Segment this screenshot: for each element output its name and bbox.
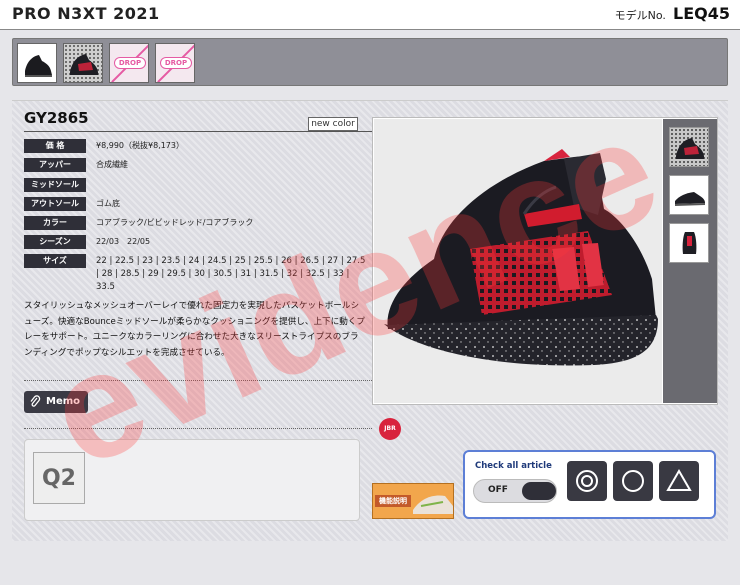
drop-badge: DROP xyxy=(114,57,146,69)
double-circle-button[interactable] xyxy=(567,461,607,501)
shoe-angle-icon xyxy=(676,138,704,159)
memo-button[interactable]: Memo xyxy=(24,391,88,413)
jbr-badge: JBR xyxy=(379,418,401,440)
description-divider xyxy=(24,380,372,381)
side-thumb-side[interactable] xyxy=(669,175,709,215)
shoe-back-icon xyxy=(682,232,697,254)
shoe-side-icon xyxy=(675,192,705,206)
spec-label: シーズン xyxy=(24,235,86,249)
side-thumb-angle[interactable] xyxy=(669,127,709,167)
drop-badge: DROP xyxy=(160,57,192,69)
product-description: スタイリッシュなメッシュオーバーレイで優れた固定力を実現したバスケットボールシュ… xyxy=(24,301,366,358)
spec-value: ゴム底 xyxy=(96,199,120,208)
thumbnail-shoe-red[interactable] xyxy=(63,43,103,83)
spec-label: 価 格 xyxy=(24,139,86,153)
product-image-viewer xyxy=(372,117,718,405)
thumbnail-drop-1[interactable]: DROP xyxy=(109,43,149,83)
size-list: 22 | 22.5 | 23 | 23.5 | 24 | 24.5 | 25 |… xyxy=(96,256,366,292)
spec-label: アッパー xyxy=(24,158,86,172)
series-title: PRO N3XT 2021 xyxy=(12,4,160,23)
quantity-box: Q2 xyxy=(33,452,85,504)
check-all-toggle[interactable]: OFF xyxy=(473,479,557,503)
memo-label: Memo xyxy=(46,396,81,407)
paperclip-icon xyxy=(30,395,41,407)
model-number: モデルNo. LEQ45 xyxy=(615,4,730,23)
spec-value: コアブラック/ビビッドレッド/コアブラック xyxy=(96,218,254,227)
spec-label: サイズ xyxy=(24,254,86,268)
check-all-label: Check all article xyxy=(475,461,552,471)
new-color-badge: new color xyxy=(308,117,358,131)
spec-value: 22/03 22/05 xyxy=(96,237,151,246)
code-underline xyxy=(24,131,372,132)
spec-label: アウトソール xyxy=(24,197,86,211)
spec-label: ミッドソール xyxy=(24,178,86,192)
model-value: LEQ45 xyxy=(673,4,730,23)
memo-divider xyxy=(24,428,372,429)
spec-value: 合成繊維 xyxy=(96,160,128,169)
page-header: PRO N3XT 2021 モデルNo. LEQ45 xyxy=(0,0,740,30)
memo-note-area[interactable]: Q2 xyxy=(24,439,360,521)
circle-icon xyxy=(622,470,644,492)
shoe-red-dots-icon xyxy=(70,54,98,75)
side-thumb-back[interactable] xyxy=(669,223,709,263)
model-label: モデルNo. xyxy=(614,9,666,22)
check-all-panel: Check all article OFF xyxy=(463,450,716,519)
toggle-knob xyxy=(522,482,556,500)
triangle-icon xyxy=(666,469,692,491)
spec-label: カラー xyxy=(24,216,86,230)
function-guide-button[interactable]: 機能説明 xyxy=(372,483,454,519)
product-code: GY2865 xyxy=(24,109,89,127)
thumbnail-shoe-black[interactable] xyxy=(17,43,57,83)
circle-button[interactable] xyxy=(613,461,653,501)
spec-value: ¥8,990（税抜¥8,173） xyxy=(96,141,184,150)
toggle-state-label: OFF xyxy=(488,485,508,495)
image-side-rail xyxy=(663,119,717,403)
shoe-black-icon xyxy=(25,55,52,77)
triangle-button[interactable] xyxy=(659,461,699,501)
main-product-image[interactable] xyxy=(374,119,662,403)
thumbnail-drop-2[interactable]: DROP xyxy=(155,43,195,83)
basketball-shoe-icon xyxy=(384,149,658,366)
function-guide-label: 機能説明 xyxy=(375,495,411,507)
product-panel: GY2865 new color 価 格 ¥8,990（税抜¥8,173） アッ… xyxy=(12,100,728,541)
double-circle-icon xyxy=(576,470,598,492)
color-thumbnail-strip: DROP DROP xyxy=(12,38,728,86)
